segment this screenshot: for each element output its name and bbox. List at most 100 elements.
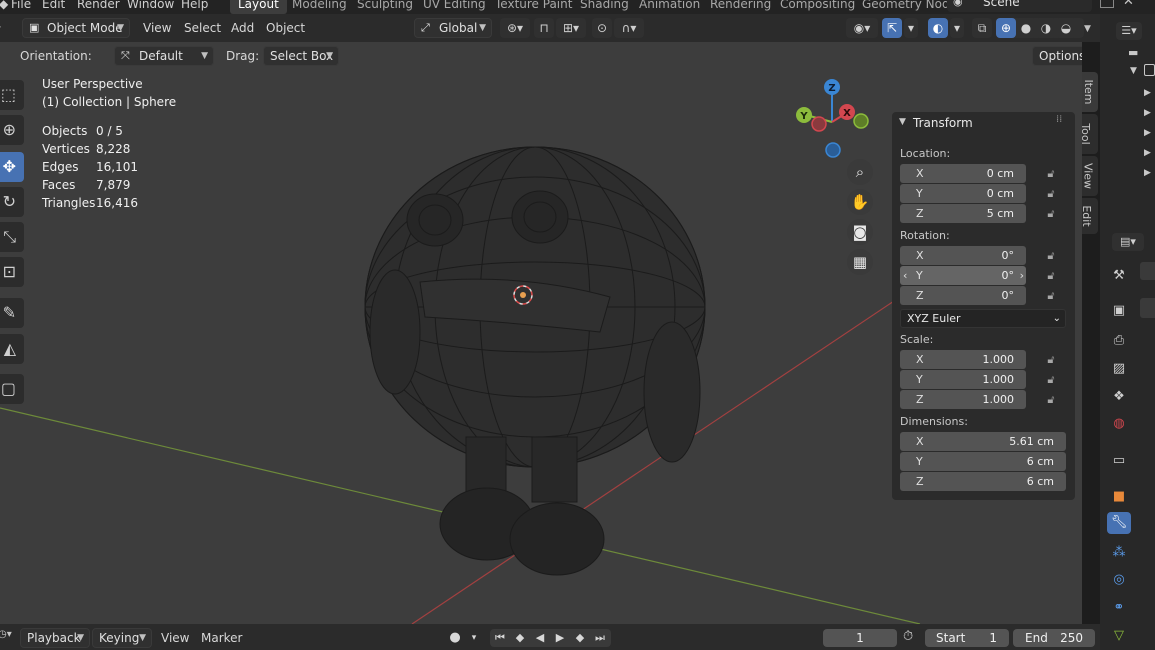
cursor-tool-icon[interactable]: ⊕ <box>0 115 24 145</box>
lock-icon[interactable]: 🔓︎ <box>1043 373 1059 387</box>
play-reverse-icon[interactable]: ◀ <box>532 630 548 646</box>
workspace-tab-rendering[interactable]: Rendering <box>702 0 779 14</box>
properties-search-field[interactable] <box>1140 262 1155 280</box>
scale-z-field[interactable]: Z 1.000 <box>900 390 1026 409</box>
jump-end-icon[interactable]: ⏭ <box>592 630 608 646</box>
lock-icon[interactable]: 🔓︎ <box>1043 249 1059 263</box>
workspace-tab-shading[interactable]: Shading <box>572 0 637 14</box>
expand-arrow-icon[interactable]: ▶ <box>1144 88 1151 98</box>
material-preview-icon[interactable]: ◑ <box>1036 18 1056 38</box>
overlays-dropdown-icon[interactable]: ▾ <box>950 18 964 38</box>
menu-window[interactable]: Window <box>127 0 174 14</box>
play-icon[interactable]: ▶ <box>552 630 568 646</box>
new-scene-icon[interactable] <box>1100 0 1114 8</box>
camera-view-icon[interactable]: ◙ <box>847 219 873 245</box>
jump-start-icon[interactable]: ⏮ <box>492 630 508 646</box>
menu-object[interactable]: Object <box>266 21 305 35</box>
workspace-tab-uv-editing[interactable]: UV Editing <box>415 0 494 14</box>
overlays-toggle-icon[interactable]: ◐ <box>928 18 948 38</box>
collection-properties-icon[interactable]: ▭ <box>1107 450 1131 472</box>
lock-icon[interactable]: 🔓︎ <box>1043 269 1059 283</box>
dimensions-z-field[interactable]: Z6 cm <box>900 472 1066 491</box>
lock-icon[interactable]: 🔓︎ <box>1043 289 1059 303</box>
timeline-menu-marker[interactable]: Marker <box>201 631 242 645</box>
zoom-icon[interactable]: ⌕ <box>847 159 873 185</box>
record-dropdown-icon[interactable]: ▾ <box>466 630 482 646</box>
3d-viewport[interactable]: Orientation: ⤧ Default ▼ Drag: Select Bo… <box>0 42 1082 624</box>
expand-arrow-icon[interactable]: ▶ <box>1144 148 1151 158</box>
output-properties-icon[interactable]: ⎙ <box>1107 330 1131 352</box>
transform-tool-icon[interactable]: ⊡ <box>0 257 24 287</box>
snap-toggle-icon[interactable]: ⊓ <box>534 18 554 38</box>
options-dropdown[interactable]: Options ▼ <box>1032 46 1082 66</box>
transform-orientation-dropdown[interactable]: ⤢ Global ▼ <box>414 18 492 38</box>
object-properties-icon[interactable]: ■ <box>1107 486 1131 508</box>
lock-icon[interactable]: 🔓︎ <box>1043 167 1059 181</box>
menu-render[interactable]: Render <box>77 0 120 14</box>
workspace-tab-animation[interactable]: Animation <box>631 0 708 14</box>
decrement-chevron-icon[interactable]: ‹ <box>903 266 907 285</box>
workspace-tab-compositing[interactable]: Compositing <box>772 0 863 14</box>
expand-arrow-icon[interactable]: ▶ <box>1144 168 1151 178</box>
dimensions-y-field[interactable]: Y6 cm <box>900 452 1066 471</box>
lock-icon[interactable]: 🔓︎ <box>1043 207 1059 221</box>
scale-x-field[interactable]: X 1.000 <box>900 350 1026 369</box>
tab-view[interactable]: View <box>1082 156 1098 196</box>
move-tool-icon[interactable]: ✥ <box>0 152 24 182</box>
outliner-type-icon[interactable]: ☰▾ <box>1116 22 1142 40</box>
start-frame-field[interactable]: Start 1 <box>925 629 1009 647</box>
playback-menu[interactable]: Playback ▼ <box>20 628 90 648</box>
properties-context-field[interactable] <box>1140 298 1155 318</box>
close-icon[interactable]: ✕ <box>1123 0 1134 9</box>
prev-keyframe-icon[interactable]: ◆ <box>512 630 528 646</box>
pan-hand-icon[interactable]: ✋ <box>847 189 873 215</box>
modifier-properties-icon[interactable]: 🔧︎ <box>1107 512 1131 534</box>
menu-edit[interactable]: Edit <box>42 0 65 14</box>
wireframe-shading-icon[interactable]: ⊕ <box>996 18 1016 38</box>
menu-help[interactable]: Help <box>181 0 208 14</box>
view-layer-properties-icon[interactable]: ▨ <box>1107 358 1131 380</box>
solid-shading-icon[interactable]: ● <box>1016 18 1036 38</box>
tab-tool[interactable]: Tool <box>1079 114 1098 154</box>
current-frame-field[interactable]: 1 <box>823 629 897 647</box>
workspace-tab-modeling[interactable]: Modeling <box>284 0 355 14</box>
tab-edit[interactable]: Edit <box>1080 198 1098 234</box>
rotation-z-field[interactable]: Z 0° <box>900 286 1026 305</box>
shading-dropdown-icon[interactable]: ▼ <box>1084 24 1091 34</box>
measure-tool-icon[interactable]: ◭ <box>0 334 24 364</box>
annotate-tool-icon[interactable]: ✎ <box>0 298 24 328</box>
keying-menu[interactable]: Keying ▼ <box>92 628 152 648</box>
dimensions-x-field[interactable]: X 5.61 cm <box>900 432 1066 451</box>
lock-icon[interactable]: 🔓︎ <box>1043 353 1059 367</box>
stopwatch-icon[interactable]: ⏱ <box>903 629 913 644</box>
location-x-field[interactable]: X0 cm <box>900 164 1026 183</box>
outliner-editor[interactable]: ☰▾ ▬ ▼ ▶ ▶ ▶ ▶ ▶ <box>1100 14 1155 228</box>
location-z-field[interactable]: Z5 cm <box>900 204 1026 223</box>
editor-type-icon[interactable]: ◆ <box>0 0 8 14</box>
falloff-curve-icon[interactable]: ∩▾ <box>614 18 644 38</box>
timeline-menu-view[interactable]: View <box>161 631 189 645</box>
expand-arrow-icon[interactable]: ▼ <box>1130 66 1137 76</box>
record-icon[interactable]: ● <box>447 630 463 646</box>
physics-properties-icon[interactable]: ◎ <box>1107 569 1131 591</box>
next-keyframe-icon[interactable]: ◆ <box>572 630 588 646</box>
gizmo-dropdown-icon[interactable]: ▾ <box>904 18 918 38</box>
drag-dropdown[interactable]: Select Box ▼ <box>263 46 339 66</box>
lock-icon[interactable]: 🔓︎ <box>1043 393 1059 407</box>
end-frame-field[interactable]: End 250 <box>1013 629 1095 647</box>
proportional-editing-icon[interactable]: ⊙ <box>592 18 612 38</box>
drag-handle-icon[interactable]: ⁞⁞ <box>1056 114 1062 125</box>
scale-tool-icon[interactable]: ⤡ <box>0 222 24 252</box>
select-box-tool-icon[interactable]: ⬚ <box>0 80 24 110</box>
ortho-grid-icon[interactable]: ▦ <box>847 249 873 275</box>
menu-file[interactable]: File <box>11 0 31 14</box>
workspace-tab-texture-paint[interactable]: Texture Paint <box>487 0 580 14</box>
workspace-tab-sculpting[interactable]: Sculpting <box>349 0 421 14</box>
scene-properties-icon[interactable]: ❖ <box>1107 386 1131 408</box>
snap-target-icon[interactable]: ⊞▾ <box>556 18 586 38</box>
gizmo-toggle-icon[interactable]: ⇱ <box>882 18 902 38</box>
rendered-shading-icon[interactable]: ◒ <box>1056 18 1076 38</box>
render-properties-icon[interactable]: ▣ <box>1107 300 1131 322</box>
tab-item[interactable]: Item <box>1082 72 1098 112</box>
menu-select[interactable]: Select <box>184 21 221 35</box>
